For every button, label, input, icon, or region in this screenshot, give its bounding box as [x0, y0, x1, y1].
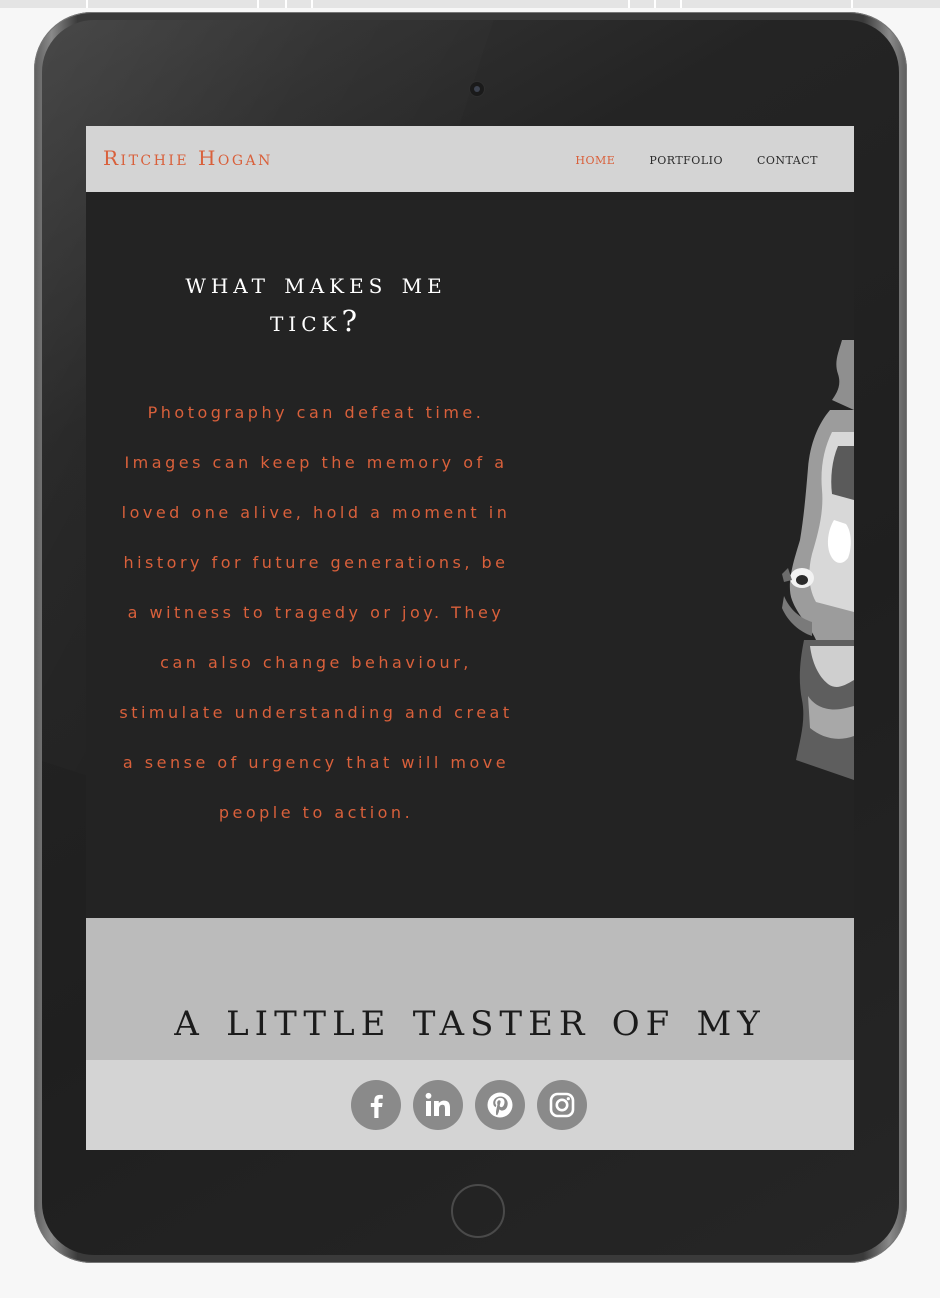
about-body: Photography can defeat time. Images can …: [119, 403, 513, 822]
strip-tick: [628, 0, 630, 8]
gallery-title: A LITTLE TASTER OF MY: [174, 991, 766, 1047]
nav-item-home[interactable]: HOME: [575, 150, 615, 168]
strip-tick: [311, 0, 313, 8]
strip-tick: [257, 0, 259, 8]
portrait-image: [772, 340, 854, 780]
linkedin-button[interactable]: [413, 1080, 463, 1130]
about-title: WHAT MAKES ME TICK?: [185, 266, 447, 338]
strip-tick: [285, 0, 287, 8]
nav-item-contact[interactable]: CONTACT: [757, 150, 818, 168]
site-brand[interactable]: Ritchie Hogan: [103, 146, 273, 170]
facebook-button[interactable]: [351, 1080, 401, 1130]
navbar: Ritchie Hogan HOME PORTFOLIO CONTACT: [86, 126, 854, 192]
camera-icon: [470, 82, 484, 96]
footer: [86, 1060, 854, 1150]
nav-links: HOME PORTFOLIO CONTACT: [575, 150, 818, 168]
social-links: [351, 1080, 587, 1130]
strip-tick: [680, 0, 682, 8]
home-button[interactable]: [451, 1184, 505, 1238]
instagram-button[interactable]: [537, 1080, 587, 1130]
strip-tick: [851, 0, 853, 8]
strip-tick: [654, 0, 656, 8]
instagram-icon: [549, 1092, 575, 1118]
pinterest-button[interactable]: [475, 1080, 525, 1130]
nav-item-portfolio[interactable]: PORTFOLIO: [649, 150, 723, 168]
screen: Ritchie Hogan HOME PORTFOLIO CONTACT WHA…: [86, 126, 854, 1150]
strip-tick: [86, 0, 88, 8]
top-strip: [0, 0, 940, 8]
linkedin-icon: [425, 1092, 450, 1116]
pinterest-icon: [487, 1092, 513, 1118]
facebook-icon: [370, 1094, 383, 1118]
